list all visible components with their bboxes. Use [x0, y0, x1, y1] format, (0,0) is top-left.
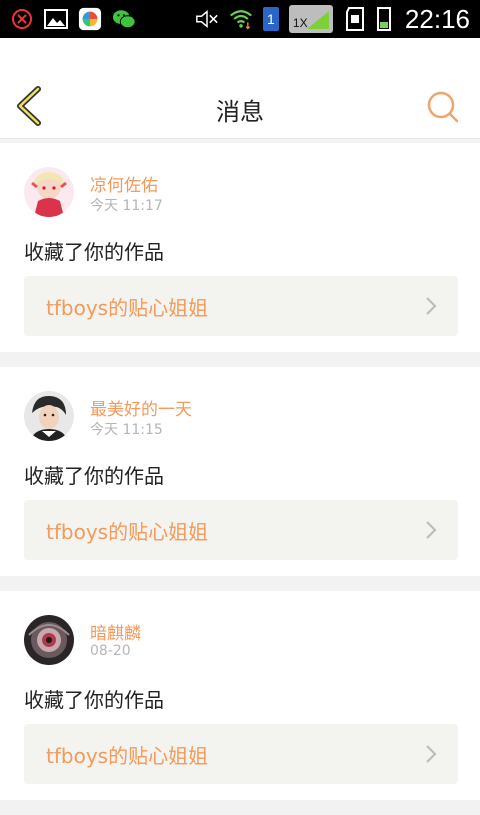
- sd-card-icon: [343, 7, 367, 31]
- action-text: 收藏了你的作品: [24, 688, 164, 712]
- work-link[interactable]: tfboys的贴心姐姐: [24, 724, 458, 784]
- message-card: 暗麒麟 08-20 收藏了你的作品 tfboys的贴心姐姐: [0, 591, 480, 800]
- work-link[interactable]: tfboys的贴心姐姐: [24, 276, 458, 336]
- mute-icon: [195, 7, 219, 31]
- close-circle-icon: [10, 7, 34, 31]
- message-time: 今天 11:15: [90, 422, 163, 438]
- work-title: tfboys的贴心姐姐: [46, 295, 209, 320]
- battery-icon: [376, 7, 391, 31]
- image-icon: [44, 7, 68, 31]
- user-name[interactable]: 最美好的一天: [90, 395, 192, 420]
- message-time: 08-20: [90, 643, 131, 659]
- work-link[interactable]: tfboys的贴心姐姐: [24, 500, 458, 560]
- page-title: 消息: [216, 98, 264, 126]
- search-icon[interactable]: [426, 90, 460, 124]
- work-title: tfboys的贴心姐姐: [46, 519, 209, 544]
- system-icons: 1 1X 22:16: [195, 4, 470, 35]
- clock: 22:16: [404, 3, 470, 34]
- status-bar: 1 1X 22:16: [0, 0, 480, 38]
- message-list: 凉何佐佑 今天 11:17 收藏了你的作品 tfboys的贴心姐姐 最美好的一天…: [0, 143, 480, 815]
- chevron-right-icon: [426, 521, 437, 539]
- avatar[interactable]: [24, 167, 74, 217]
- wechat-icon: [112, 7, 136, 31]
- work-title: tfboys的贴心姐姐: [46, 743, 209, 768]
- speed-label: 1X: [292, 16, 308, 30]
- message-card: 最美好的一天 今天 11:15 收藏了你的作品 tfboys的贴心姐姐: [0, 367, 480, 576]
- message-time: 今天 11:17: [90, 198, 163, 214]
- signal-icon: 1X: [288, 5, 333, 33]
- app-icon: [78, 7, 102, 31]
- chevron-right-icon: [426, 745, 437, 763]
- avatar[interactable]: [24, 391, 74, 441]
- message-card: 凉何佐佑 今天 11:17 收藏了你的作品 tfboys的贴心姐姐: [0, 143, 480, 352]
- app-header: 消息: [0, 38, 480, 139]
- action-text: 收藏了你的作品: [24, 240, 164, 264]
- action-text: 收藏了你的作品: [24, 464, 164, 488]
- wifi-icon: [229, 7, 253, 31]
- chevron-right-icon: [426, 297, 437, 315]
- sim-badge: 1: [262, 7, 279, 31]
- avatar[interactable]: [24, 615, 74, 665]
- notification-icons: [10, 7, 136, 31]
- user-name[interactable]: 凉何佐佑: [90, 171, 158, 196]
- user-name[interactable]: 暗麒麟: [90, 619, 141, 644]
